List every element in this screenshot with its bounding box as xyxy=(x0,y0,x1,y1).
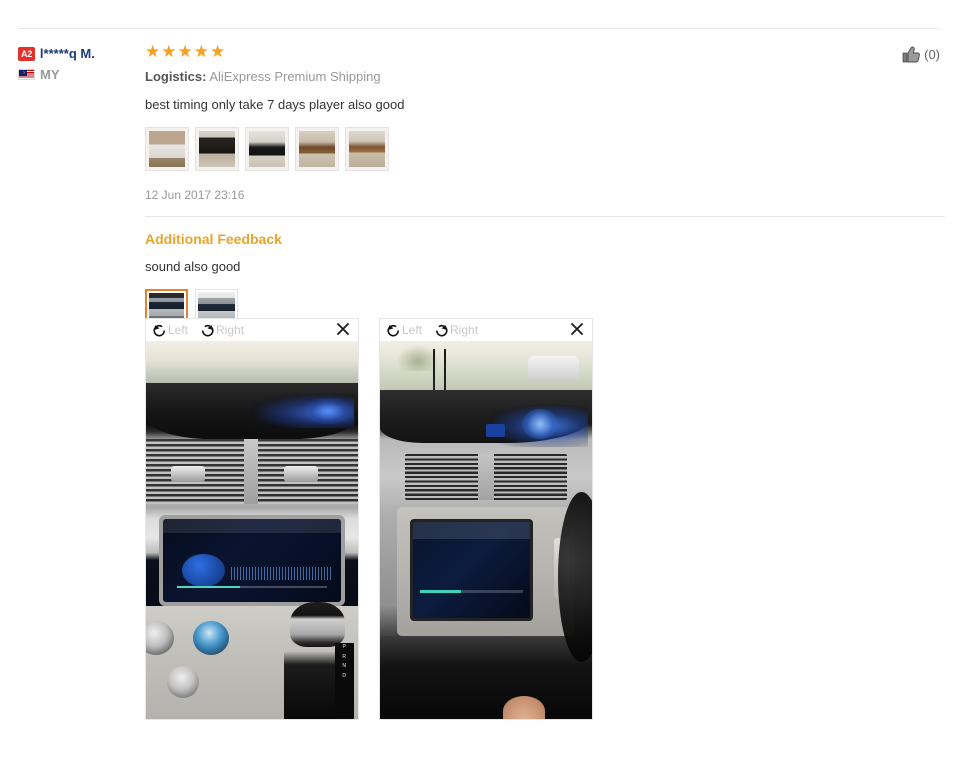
car-dashboard-wide-view[interactable] xyxy=(380,341,592,719)
close-button-2[interactable] xyxy=(570,322,584,336)
rotate-right-icon xyxy=(200,323,215,338)
review-photo-thumb-2[interactable] xyxy=(195,127,239,171)
rotate-right-button-1[interactable]: Right xyxy=(200,323,244,338)
rotate-right-icon xyxy=(434,323,449,338)
photo-b-finger xyxy=(502,696,546,719)
review-body-text: best timing only take 7 days player also… xyxy=(145,97,405,112)
review-content: ★★★★★ Logistics: AliExpress Premium Ship… xyxy=(145,38,945,341)
reviewer-country-row: MY xyxy=(18,67,138,82)
image-viewer-1-toolbar: Left Right xyxy=(146,319,358,341)
photo-b-display-badge xyxy=(486,424,506,438)
reviewer-info: A2 l*****q M. MY xyxy=(18,46,138,88)
rating-stars: ★★★★★ xyxy=(145,42,227,61)
rotate-right-label-2: Right xyxy=(450,323,479,337)
photo-a-vent-knob-left xyxy=(171,465,206,482)
photo-a-progress-bar xyxy=(177,586,327,589)
photo-b-lower-console xyxy=(380,635,592,719)
rotate-left-label-1: Left xyxy=(168,323,189,337)
logistics-label: Logistics: xyxy=(145,69,207,84)
review-photo-thumb-3[interactable] xyxy=(245,127,289,171)
malaysia-flag-icon xyxy=(18,69,35,80)
review-photo-thumb-3-image xyxy=(249,131,285,167)
image-viewer-group: Left Right P R N D Left Right xyxy=(145,318,593,720)
review-photo-thumb-1-image xyxy=(149,131,185,167)
photo-b-head-unit xyxy=(409,518,533,621)
rotate-left-button-1[interactable]: Left xyxy=(152,323,188,338)
photo-a-vent-knob-right xyxy=(283,465,318,482)
rotate-right-button-2[interactable]: Right xyxy=(434,323,478,338)
logistics-line: Logistics: AliExpress Premium Shipping xyxy=(145,69,945,85)
rotate-left-label-2: Left xyxy=(402,323,423,337)
photo-a-album-art xyxy=(182,553,226,587)
additional-feedback-title: Additional Feedback xyxy=(145,231,282,247)
logistics-value: AliExpress Premium Shipping xyxy=(209,69,381,84)
photo-a-screen-statusbar xyxy=(162,518,342,533)
photo-a-waveform xyxy=(230,566,331,581)
photo-b-vent-divider xyxy=(477,454,495,500)
close-button-1[interactable] xyxy=(336,322,350,336)
rotate-left-icon xyxy=(152,323,167,338)
image-viewer-2: Left Right xyxy=(379,318,593,720)
review-photo-thumb-4[interactable] xyxy=(295,127,339,171)
buyer-level-badge: A2 xyxy=(18,46,35,61)
additional-feedback-divider xyxy=(145,216,945,217)
reviewer-country-code: MY xyxy=(40,67,60,82)
photo-a-fan-dial xyxy=(167,666,199,699)
photo-a-gear-knob xyxy=(290,601,346,648)
photo-a-windshield xyxy=(146,341,358,383)
review-photo-thumb-1[interactable] xyxy=(145,127,189,171)
rotate-right-label-1: Right xyxy=(216,323,245,337)
photo-a-head-unit xyxy=(158,514,346,606)
image-viewer-2-toolbar: Left Right xyxy=(380,319,592,341)
review-photo-strip xyxy=(145,127,945,171)
photo-a-speedometer xyxy=(305,397,352,425)
additional-feedback-text: sound also good xyxy=(145,259,241,274)
photo-a-climate-dial-center xyxy=(192,620,229,655)
photo-a-vent-divider xyxy=(243,439,259,504)
photo-a-prnd-indicator: PRND xyxy=(334,643,354,719)
image-viewer-1: Left Right P R N D xyxy=(145,318,359,720)
review-timestamp: 12 Jun 2017 23:16 xyxy=(145,188,245,202)
review-photo-thumb-5-image xyxy=(349,131,385,167)
photo-b-parked-car xyxy=(528,356,580,379)
car-dashboard-headunit-closeup[interactable]: PRND xyxy=(146,341,358,719)
rotate-left-button-2[interactable]: Left xyxy=(386,323,422,338)
photo-b-progress-bar xyxy=(419,589,523,593)
photo-b-screen-statusbar xyxy=(412,521,530,539)
photo-b-screen xyxy=(412,521,530,618)
photo-a-screen xyxy=(162,518,342,602)
close-icon xyxy=(571,323,583,335)
review-photo-thumb-2-image xyxy=(199,131,235,167)
top-divider xyxy=(18,28,940,29)
rotate-left-icon xyxy=(386,323,401,338)
review-photo-thumb-4-image xyxy=(299,131,335,167)
reviewer-username[interactable]: l*****q M. xyxy=(40,46,95,61)
reviewer-identity-row: A2 l*****q M. xyxy=(18,46,138,61)
close-icon xyxy=(337,323,349,335)
review-photo-thumb-5[interactable] xyxy=(345,127,389,171)
